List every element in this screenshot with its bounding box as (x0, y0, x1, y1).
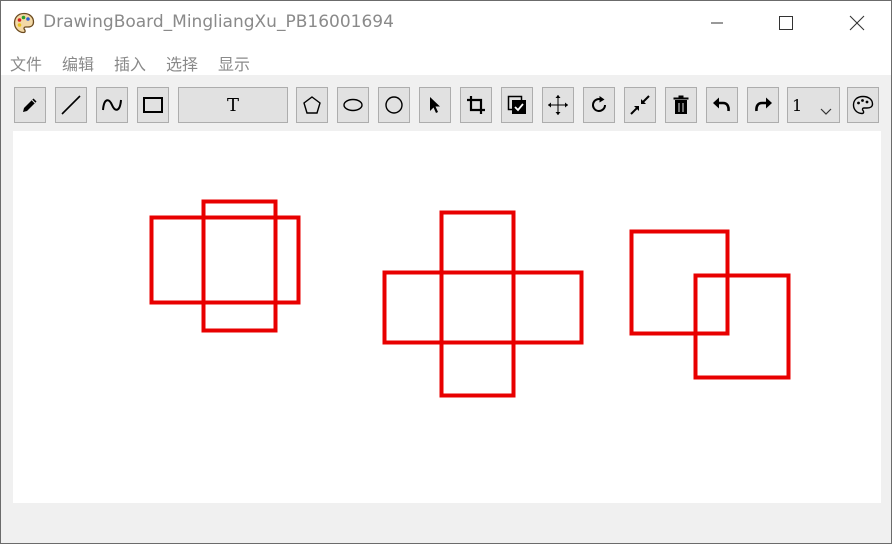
cursor-arrow-icon (426, 95, 444, 115)
menu-bar: 文件 编辑 插入 选择 显示 (1, 45, 891, 75)
undo-button[interactable] (706, 87, 738, 123)
drawing-canvas[interactable] (13, 131, 881, 503)
line-icon (60, 94, 82, 116)
delete-tool-button[interactable] (665, 87, 697, 123)
crop-icon (466, 95, 486, 115)
pen-width-select[interactable]: 1 (787, 87, 840, 123)
shrink-tool-button[interactable] (624, 87, 656, 123)
menu-display[interactable]: 显示 (218, 51, 250, 75)
close-button[interactable] (834, 1, 880, 45)
redo-button[interactable] (747, 87, 779, 123)
window-title: DrawingBoard_MingliangXu_PB16001694 (43, 12, 394, 32)
circle-icon (384, 95, 404, 115)
fill-tool-button[interactable] (501, 87, 533, 123)
shrink-arrows-icon (630, 95, 650, 115)
color-palette-button[interactable] (847, 87, 879, 123)
line-tool-button[interactable] (55, 87, 87, 123)
redo-icon (753, 96, 773, 114)
palette-icon (13, 12, 35, 34)
pen-width-value: 1 (792, 96, 803, 115)
move-tool-button[interactable] (542, 87, 574, 123)
circle-tool-button[interactable] (378, 87, 410, 123)
rotate-icon (589, 95, 609, 115)
rectangle-tool-button[interactable] (137, 87, 169, 123)
menu-select[interactable]: 选择 (166, 51, 198, 75)
pentagon-icon (302, 95, 322, 115)
pencil-tool-button[interactable] (14, 87, 46, 123)
minimize-button[interactable] (694, 1, 740, 45)
polygon-tool-button[interactable] (296, 87, 328, 123)
curve-tool-button[interactable] (96, 87, 128, 123)
drawn-rectangle[interactable] (693, 273, 791, 380)
move-arrows-icon (547, 94, 569, 116)
menu-file[interactable]: 文件 (10, 51, 42, 75)
drawn-rectangle[interactable] (382, 270, 584, 345)
ellipse-icon (342, 97, 364, 113)
menu-edit[interactable]: 编辑 (62, 51, 94, 75)
toolbar: T 1 (1, 75, 891, 129)
menu-insert[interactable]: 插入 (114, 51, 146, 75)
palette-icon (852, 95, 874, 115)
drawn-rectangle[interactable] (439, 210, 516, 398)
undo-icon (712, 96, 732, 114)
title-bar[interactable]: DrawingBoard_MingliangXu_PB16001694 (1, 1, 891, 45)
app-window: DrawingBoard_MingliangXu_PB16001694 文件 编… (0, 0, 892, 544)
ellipse-tool-button[interactable] (337, 87, 369, 123)
drawn-rectangle[interactable] (201, 199, 278, 333)
maximize-button[interactable] (763, 1, 809, 45)
select-tool-button[interactable] (419, 87, 451, 123)
trash-icon (672, 95, 690, 115)
curve-icon (101, 95, 123, 115)
chevron-down-icon (820, 101, 832, 120)
layers-check-icon (507, 95, 527, 115)
rotate-tool-button[interactable] (583, 87, 615, 123)
drawn-rectangle[interactable] (629, 229, 730, 336)
text-tool-button[interactable]: T (178, 87, 288, 123)
text-tool-label: T (226, 94, 239, 116)
pencil-icon (20, 95, 40, 115)
crop-tool-button[interactable] (460, 87, 492, 123)
rectangle-icon (142, 96, 164, 114)
